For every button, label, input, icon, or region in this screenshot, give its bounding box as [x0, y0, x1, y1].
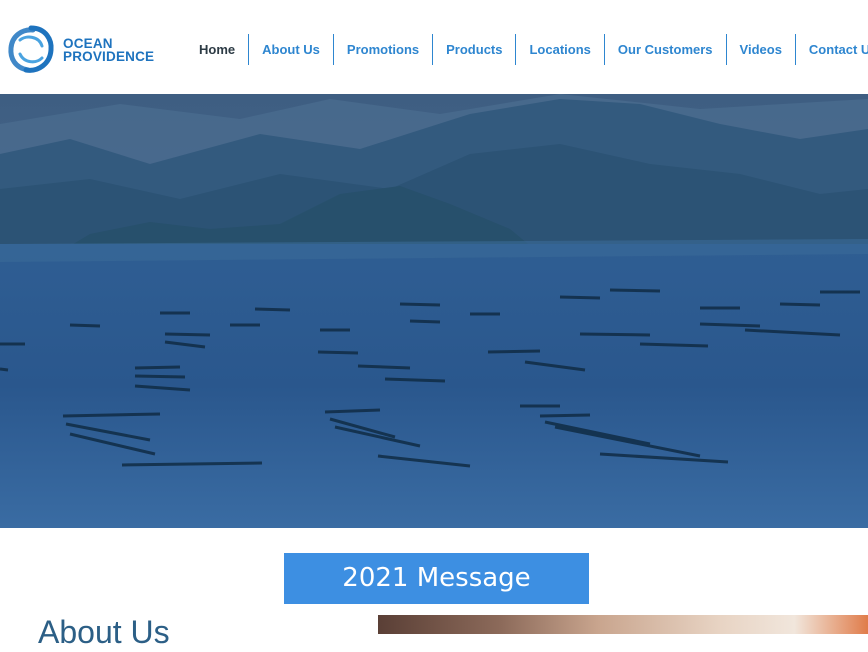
hero-image	[0, 94, 868, 528]
nav-item-locations[interactable]: Locations	[515, 34, 603, 65]
logo-text: OCEAN PROVIDENCE	[63, 37, 155, 64]
nav-item-promotions[interactable]: Promotions	[332, 34, 432, 65]
about-us-heading: About Us	[38, 614, 170, 650]
nav-item-home[interactable]: Home	[187, 34, 248, 65]
message-2021-button[interactable]: 2021 Message	[284, 553, 589, 604]
hero-landscape	[0, 94, 868, 528]
nav-item-videos[interactable]: Videos	[725, 34, 795, 65]
ocean-providence-logo-icon	[8, 25, 54, 73]
nav-item-our-customers[interactable]: Our Customers	[603, 34, 726, 65]
logo-text-line2: PROVIDENCE	[63, 49, 155, 64]
nav-item-products[interactable]: Products	[432, 34, 515, 65]
nav-item-about-us[interactable]: About Us	[248, 34, 333, 65]
about-sushi-photo	[378, 615, 868, 634]
site-logo[interactable]: OCEAN PROVIDENCE	[6, 24, 154, 76]
nav-item-contact-us[interactable]: Contact Us	[794, 34, 868, 65]
site-header: OCEAN PROVIDENCE Home About Us Promotion…	[0, 0, 868, 94]
main-nav: Home About Us Promotions Products Locati…	[187, 34, 868, 65]
